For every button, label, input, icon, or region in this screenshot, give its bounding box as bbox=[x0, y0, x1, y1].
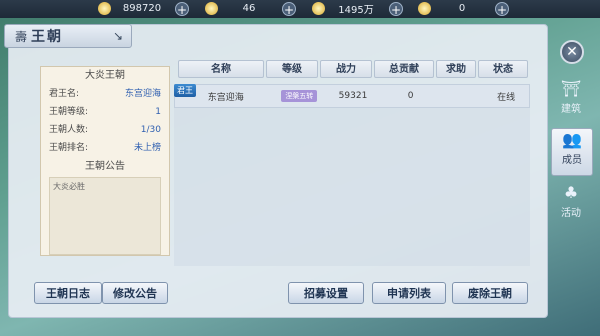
currency-value: 898720 bbox=[122, 3, 162, 14]
column-header-level[interactable]: 等级 bbox=[266, 60, 318, 78]
notice-heading: 王朝公告 bbox=[85, 161, 125, 172]
close-button[interactable]: ✕ bbox=[560, 40, 584, 64]
currency-value: 1495万 bbox=[338, 5, 374, 16]
tab-buildings[interactable]: ⛩ 建筑 bbox=[551, 78, 591, 124]
recruit-settings-button[interactable]: 招募设置 bbox=[288, 282, 364, 304]
application-list-button[interactable]: 申请列表 bbox=[372, 282, 446, 304]
info-row-rank: 王朝排名: 未上榜 bbox=[41, 139, 169, 157]
add-coin-button[interactable]: + bbox=[495, 1, 509, 17]
coin-icon bbox=[418, 2, 431, 15]
member-level-cell: 涅槃五转 bbox=[272, 90, 326, 102]
member-table-header: 名称 等级 战力 总贡献 求助 状态 bbox=[178, 60, 528, 78]
info-value: 东宫迎海 bbox=[124, 89, 161, 99]
tab-label: 建筑 bbox=[561, 104, 581, 115]
info-row-level: 王朝等级: 1 bbox=[41, 103, 169, 121]
dynasty-info-card: 大炎王朝 君王名: 东宫迎海 王朝等级: 1 王朝人数: 1/30 王朝排名: … bbox=[40, 66, 170, 256]
tab-label: 活动 bbox=[561, 208, 581, 219]
panel-title-text: 王朝 bbox=[31, 29, 64, 45]
member-table-body bbox=[174, 108, 530, 266]
table-row[interactable]: 君王 东宫迎海 涅槃五转 59321 0 在线 bbox=[174, 84, 530, 108]
tab-label: 成员 bbox=[562, 155, 582, 166]
ingot-icon bbox=[98, 2, 111, 15]
tab-members[interactable]: 👥 成员 bbox=[551, 128, 593, 176]
add-yuanbao-button[interactable]: + bbox=[175, 1, 189, 17]
currency-bar: 898720 + 46 + 1495万 + 0 + bbox=[0, 0, 600, 18]
currency-yuanbao: 898720 + bbox=[98, 1, 189, 17]
notice-text: 大炎必胜 bbox=[49, 177, 161, 255]
currency-silver: 1495万 + bbox=[312, 1, 403, 17]
silver-icon bbox=[312, 2, 325, 15]
member-status: 在线 bbox=[497, 92, 516, 103]
info-row-king: 君王名: 东宫迎海 bbox=[41, 85, 169, 103]
tab-activities[interactable]: ♣ 活动 bbox=[551, 182, 591, 228]
currency-bound-ingot: 46 + bbox=[205, 1, 296, 17]
info-label: 王朝等级: bbox=[49, 107, 89, 117]
info-label: 君王名: bbox=[49, 89, 80, 99]
info-label: 王朝人数: bbox=[49, 125, 89, 135]
column-header-help[interactable]: 求助 bbox=[436, 60, 476, 78]
currency-value: 46 bbox=[242, 3, 256, 14]
temple-icon: ⛩ bbox=[560, 79, 582, 98]
info-value: 1/30 bbox=[140, 125, 161, 135]
currency-value: 0 bbox=[458, 3, 466, 14]
column-header-status[interactable]: 状态 bbox=[478, 60, 528, 78]
ingot-icon bbox=[205, 2, 218, 15]
emblem-icon: 壽 bbox=[15, 29, 28, 44]
ornament-icon: ↘ bbox=[112, 29, 123, 43]
members-icon: 👥 bbox=[562, 130, 582, 149]
info-value: 未上榜 bbox=[133, 143, 161, 153]
column-header-power[interactable]: 战力 bbox=[320, 60, 372, 78]
add-bound-ingot-button[interactable]: + bbox=[282, 1, 296, 17]
activity-icon: ♣ bbox=[563, 183, 579, 202]
edit-notice-button[interactable]: 修改公告 bbox=[102, 282, 168, 304]
add-silver-button[interactable]: + bbox=[389, 1, 403, 17]
dynasty-name: 大炎王朝 bbox=[85, 70, 125, 81]
member-power: 59321 bbox=[338, 91, 368, 101]
info-row-members: 王朝人数: 1/30 bbox=[41, 121, 169, 139]
column-header-contribution[interactable]: 总贡献 bbox=[374, 60, 434, 78]
currency-coin: 0 + bbox=[418, 1, 509, 17]
member-contribution: 0 bbox=[407, 91, 414, 101]
panel-title: 壽 王朝 ↘ bbox=[4, 24, 132, 48]
dynasty-log-button[interactable]: 王朝日志 bbox=[34, 282, 102, 304]
column-header-name[interactable]: 名称 bbox=[178, 60, 264, 78]
king-badge: 君王 bbox=[174, 84, 196, 97]
abolish-dynasty-button[interactable]: 废除王朝 bbox=[452, 282, 528, 304]
info-value: 1 bbox=[155, 107, 161, 117]
info-label: 王朝排名: bbox=[49, 143, 89, 153]
member-level: 涅槃五转 bbox=[281, 90, 318, 102]
